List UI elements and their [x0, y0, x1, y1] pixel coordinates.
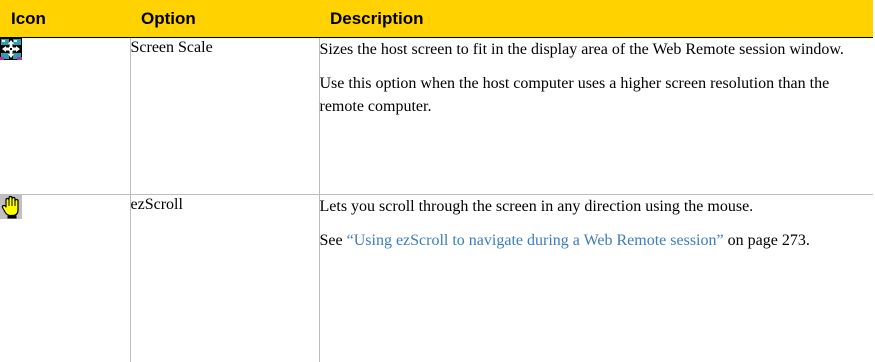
table-row: ezScroll Lets you scroll through the scr… — [0, 194, 874, 362]
table-row: Screen Scale Sizes the host screen to fi… — [0, 37, 873, 195]
icon-cell — [0, 37, 130, 195]
options-table: Icon Option Description Screen Scale Siz… — [0, 0, 873, 362]
table-header-row: Icon Option Description — [0, 0, 873, 38]
cross-reference-link[interactable]: “Using ezScroll to navigate during a Web… — [347, 232, 724, 249]
icon-cell — [0, 195, 130, 362]
option-name: Screen Scale — [129, 37, 319, 195]
see-prefix: See — [319, 232, 347, 249]
column-header-icon: Icon — [0, 0, 130, 38]
option-description: Lets you scroll through the screen in an… — [318, 194, 874, 362]
description-paragraph: Use this option when the host computer u… — [319, 75, 830, 115]
screen-scale-icon — [0, 38, 130, 60]
description-paragraph: Lets you scroll through the screen in an… — [319, 198, 754, 215]
column-header-option: Option — [130, 0, 319, 38]
option-description: Sizes the host screen to fit in the disp… — [318, 37, 873, 195]
option-name: ezScroll — [129, 194, 319, 362]
see-also-paragraph: See “Using ezScroll to navigate during a… — [320, 229, 874, 252]
column-header-description: Description — [319, 0, 873, 38]
ezscroll-hand-icon — [0, 195, 130, 219]
see-suffix: on page 273. — [723, 232, 810, 249]
description-paragraph: Sizes the host screen to fit in the disp… — [319, 41, 844, 58]
